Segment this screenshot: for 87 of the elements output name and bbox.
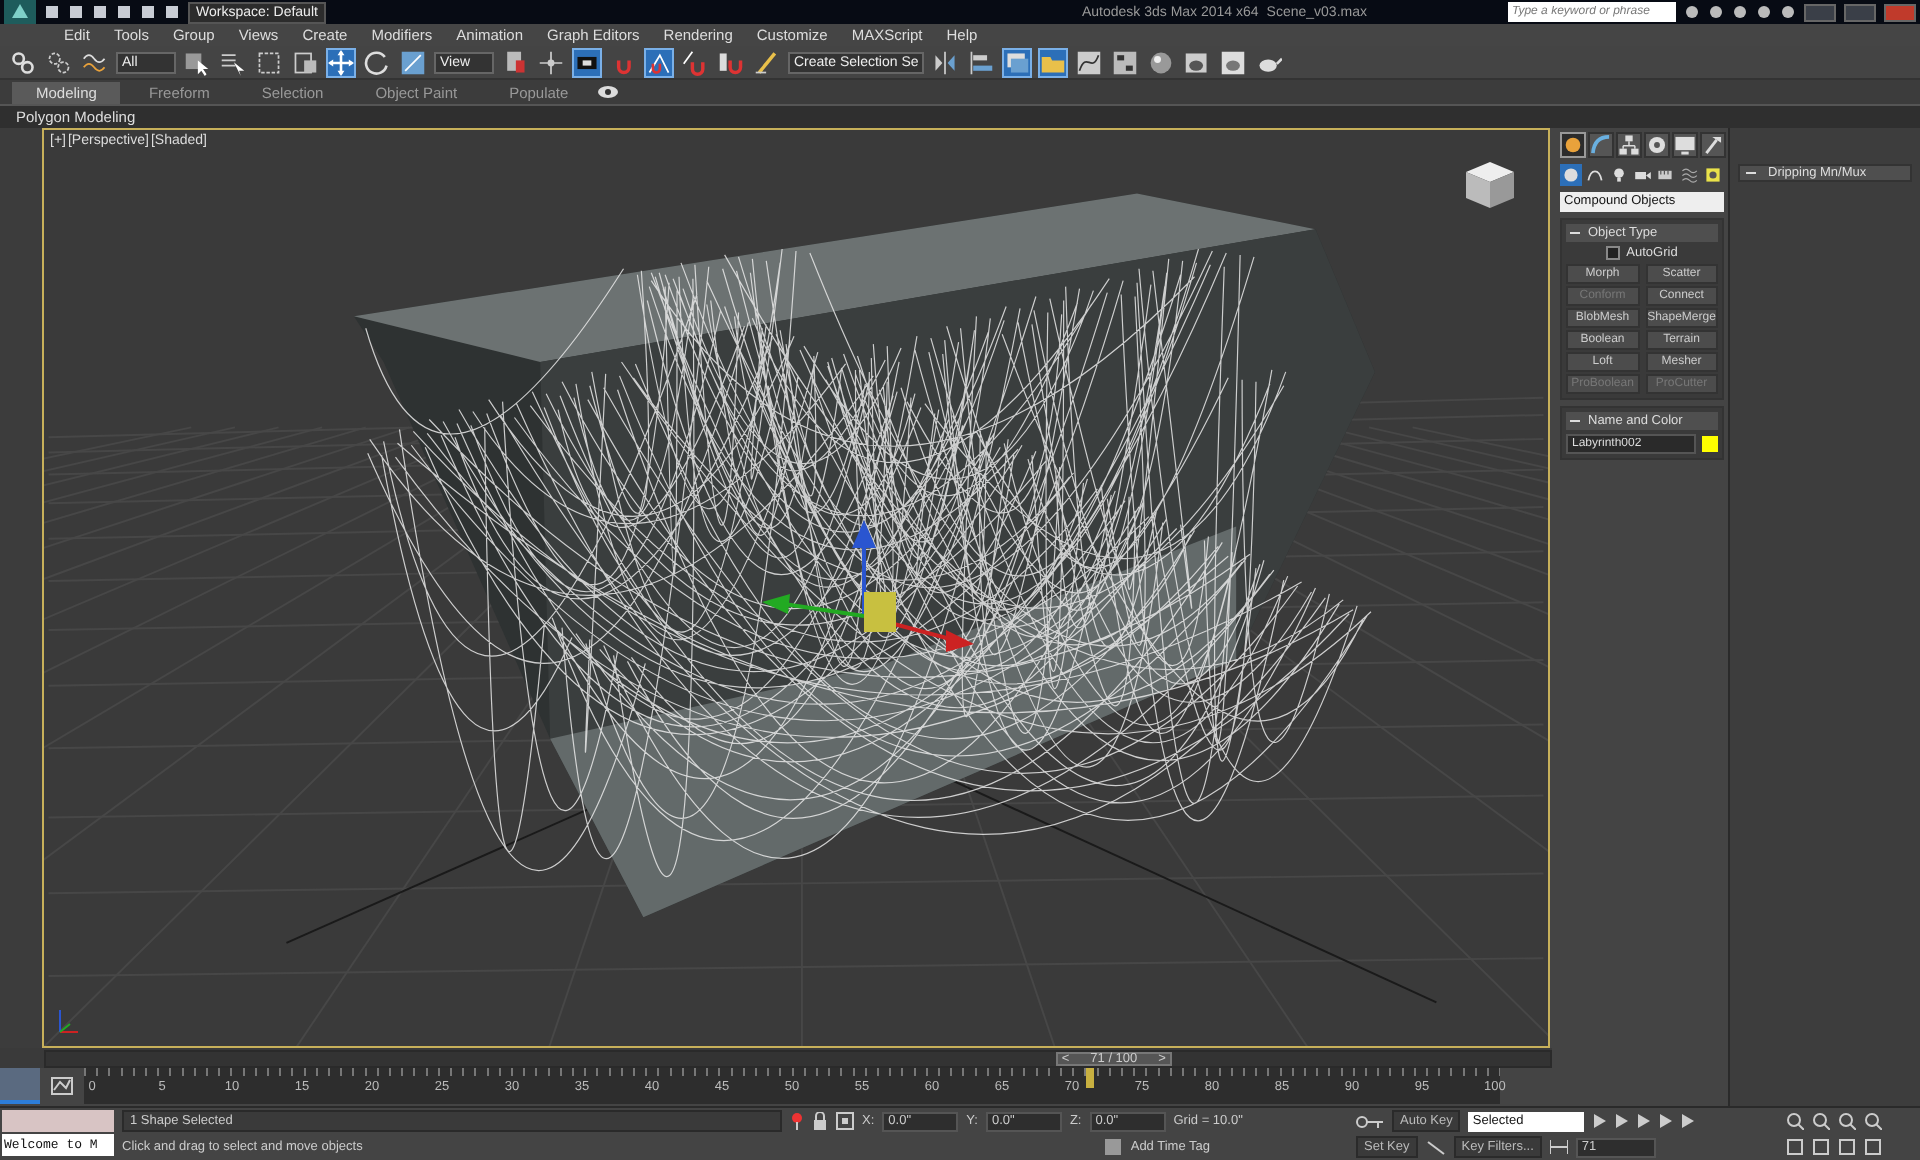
chain-icon (10, 49, 36, 75)
pin-icon[interactable] (790, 1112, 804, 1130)
field-of-view-icon[interactable] (1786, 1138, 1804, 1156)
gears-category-button[interactable] (1702, 164, 1725, 186)
color-swatch[interactable] (1702, 436, 1718, 452)
sphere-icon (1148, 49, 1175, 75)
lock-icon[interactable] (812, 1112, 828, 1130)
pencil-button[interactable] (752, 47, 782, 77)
monitor-tab[interactable] (1672, 132, 1698, 158)
collapse-icon[interactable] (1570, 416, 1580, 426)
rotate-button[interactable] (362, 47, 392, 77)
schematic-button[interactable] (1110, 47, 1141, 77)
broken-chain-icon (46, 49, 72, 75)
rotate-icon (364, 49, 390, 75)
wave-icon (82, 49, 108, 75)
close-button[interactable] (1884, 3, 1916, 21)
percent-magnet-button[interactable] (680, 47, 710, 77)
angle-magnet-button[interactable] (644, 47, 674, 77)
play-icon[interactable] (1636, 1114, 1653, 1128)
hierarchy-icon (1618, 134, 1640, 156)
wheel-tab[interactable] (1644, 132, 1670, 158)
warp-category-button[interactable] (1678, 164, 1701, 186)
bulb-icon (1609, 166, 1628, 184)
sphere-button[interactable] (1146, 47, 1177, 77)
layers-button[interactable] (1002, 47, 1033, 77)
move-button[interactable] (326, 47, 356, 77)
window-button[interactable] (290, 47, 320, 77)
hammer-tab[interactable] (1700, 132, 1726, 158)
coordinate-mode-icon[interactable] (836, 1112, 854, 1130)
cursor-icon (184, 49, 210, 75)
move-icon (328, 49, 354, 75)
collapse-icon[interactable] (1570, 228, 1580, 238)
key-mode-icon[interactable] (1549, 1140, 1568, 1154)
dashed-square-button[interactable] (254, 47, 284, 77)
hammer-icon (1702, 134, 1724, 156)
mirror-icon (932, 49, 959, 75)
sun-tab[interactable] (1560, 132, 1586, 158)
zoom-all-icon[interactable] (1812, 1112, 1830, 1130)
spinner-magnet-icon (718, 49, 744, 75)
arc-tab[interactable] (1588, 132, 1614, 158)
pencil-icon (754, 49, 780, 75)
chain-button[interactable] (8, 47, 38, 77)
key-filter-icon[interactable] (1425, 1139, 1446, 1155)
zoom-extents-all-icon[interactable] (1864, 1112, 1882, 1130)
keyboard-button[interactable] (572, 47, 602, 77)
tape-icon (1656, 166, 1675, 184)
zoom-extents-icon[interactable] (1838, 1112, 1856, 1130)
eye-icon[interactable] (596, 84, 621, 100)
crosshair-icon (538, 49, 564, 75)
percent-magnet-icon (682, 49, 708, 75)
layers-icon (1004, 49, 1031, 75)
graph-button[interactable] (1074, 47, 1105, 77)
hierarchy-tab[interactable] (1616, 132, 1642, 158)
checkbox[interactable] (1606, 246, 1621, 260)
angle-magnet-icon (646, 49, 672, 75)
scale-icon (400, 49, 426, 75)
gears-icon (1704, 166, 1723, 184)
align-icon (968, 49, 995, 75)
maxscript-input[interactable] (2, 1110, 114, 1132)
sun-icon (1562, 134, 1584, 156)
collapse-icon[interactable] (1746, 168, 1756, 178)
arc-icon (1590, 134, 1612, 156)
app-logo-icon[interactable] (4, 0, 36, 24)
warp-icon (1680, 166, 1699, 184)
pivot-icon (502, 49, 528, 75)
key-icon[interactable] (1356, 1113, 1384, 1129)
scale-button[interactable] (398, 47, 428, 77)
maximize-button[interactable] (1844, 3, 1876, 21)
time-tag-icon[interactable] (1104, 1138, 1123, 1156)
dashed-square-icon (256, 49, 282, 75)
curve-editor-icon[interactable] (50, 1076, 74, 1096)
shapes-icon (1585, 166, 1604, 184)
zoom-icon[interactable] (1786, 1112, 1804, 1130)
broken-chain-button[interactable] (44, 47, 74, 77)
cursor-button[interactable] (182, 47, 212, 77)
sphere-category-button[interactable] (1560, 164, 1582, 186)
camera-icon (1633, 166, 1651, 184)
crosshair-button[interactable] (536, 47, 566, 77)
window-icon (292, 49, 318, 75)
sphere-icon (1561, 166, 1580, 184)
monitor-icon (1674, 134, 1696, 156)
mirror-button[interactable] (930, 47, 961, 77)
list-cursor-icon (220, 49, 246, 75)
wheel-icon (1646, 134, 1668, 156)
align-button[interactable] (966, 47, 997, 77)
minimize-button[interactable] (1804, 3, 1836, 21)
spinner-magnet-button[interactable] (716, 47, 746, 77)
